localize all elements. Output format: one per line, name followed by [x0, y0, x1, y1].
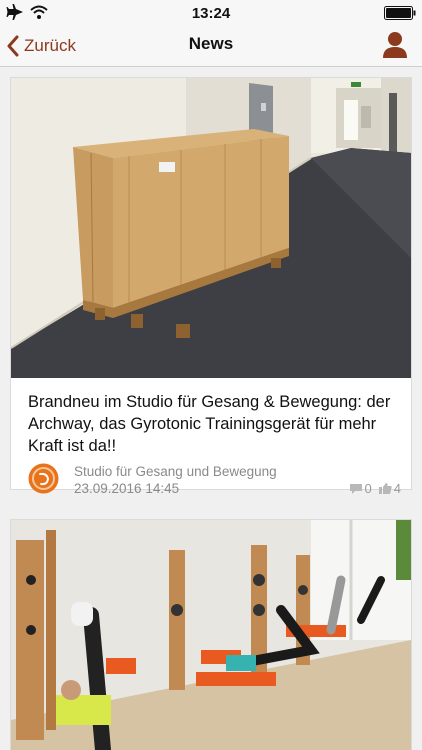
news-title: Brandneu im Studio für Gesang & Bewegung…	[28, 393, 391, 455]
news-card[interactable]: Brandneu im Studio für Gesang & Bewegung…	[10, 77, 412, 496]
person-icon[interactable]	[382, 31, 408, 59]
news-date: 23.09.2016 14:45	[74, 481, 180, 496]
nav-bar: Zurück News	[0, 26, 422, 67]
news-source: Studio für Gesang und Bewegung	[74, 464, 277, 479]
news-counts: 0 4	[349, 481, 401, 496]
status-time: 13:24	[191, 5, 231, 22]
battery-icon	[384, 6, 416, 20]
comment-icon	[349, 483, 362, 494]
thumbs-up-icon	[378, 483, 392, 494]
status-bar: 13:24	[0, 0, 422, 26]
news-meta: Studio für Gesang und Bewegung 23.09.201…	[11, 462, 411, 496]
studio-logo-icon	[28, 463, 59, 494]
news-image	[11, 78, 411, 378]
news-card[interactable]	[10, 519, 412, 750]
news-feed: Brandneu im Studio für Gesang & Bewegung…	[0, 67, 422, 750]
comment-count: 0	[364, 481, 372, 496]
page-title: News	[188, 34, 234, 53]
like-count: 4	[393, 481, 401, 496]
news-image	[11, 520, 411, 750]
